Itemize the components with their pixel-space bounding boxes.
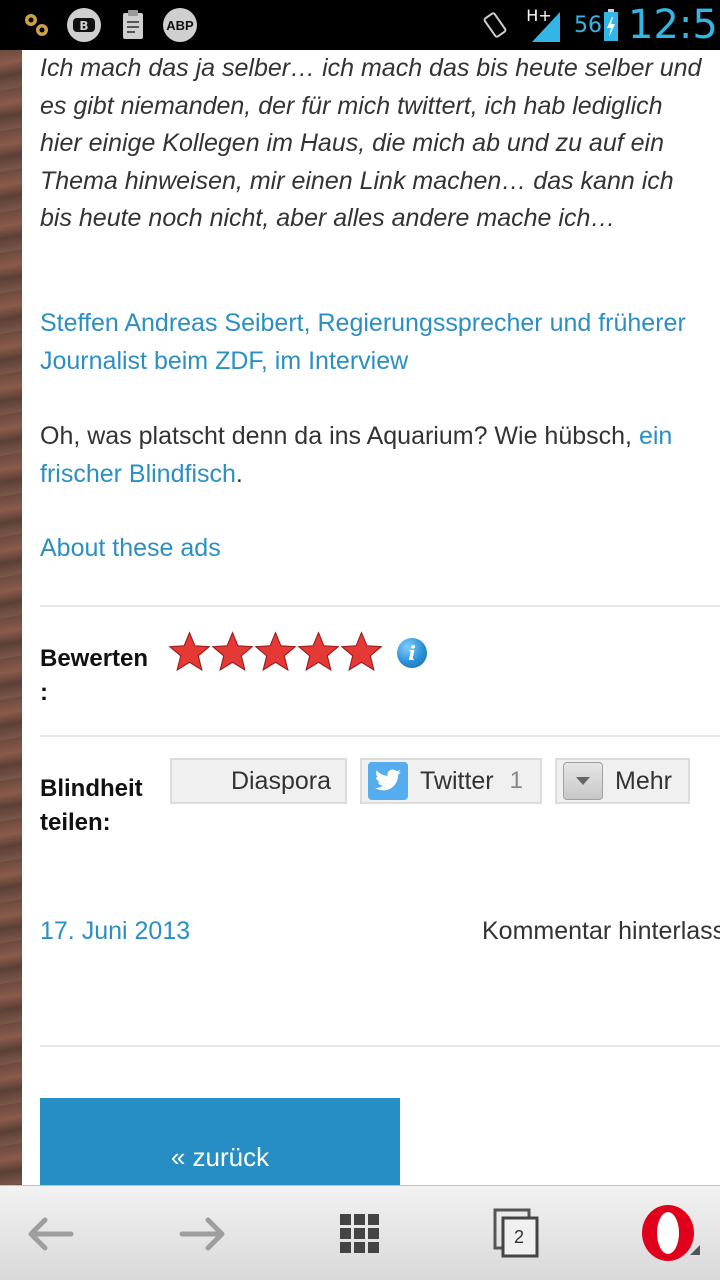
- page-background-strip: [0, 50, 22, 1185]
- paragraph-end: .: [235, 459, 243, 488]
- rating-label: Bewerten :: [40, 645, 149, 706]
- star-icon[interactable]: [211, 630, 254, 673]
- bbm-icon: B: [67, 8, 101, 42]
- back-arrow-icon[interactable]: [18, 1186, 80, 1280]
- twitter-share-button[interactable]: Twitter 1: [360, 758, 542, 804]
- forward-arrow-icon[interactable]: [173, 1186, 235, 1280]
- opera-menu-icon[interactable]: [636, 1186, 706, 1280]
- twitter-bird-icon: [368, 762, 408, 800]
- adblock-icon: ABP: [163, 8, 197, 42]
- back-button[interactable]: « zurück: [40, 1098, 400, 1185]
- adblock-label: ABP: [166, 17, 194, 33]
- twitter-count: 1: [509, 767, 523, 794]
- article-content: Ich mach das ja selber… ich mach das bis…: [40, 50, 720, 1185]
- article-paragraph: Oh, was platscht denn da ins Aquarium? W…: [40, 418, 710, 493]
- status-bar: B ABP H+ 56 12:58: [0, 0, 720, 50]
- speed-dial-icon[interactable]: [335, 1186, 385, 1280]
- leave-comment-link[interactable]: Kommentar hinterlassen: [482, 913, 720, 949]
- info-icon[interactable]: i: [397, 638, 427, 668]
- about-ads-link[interactable]: About these ads: [40, 530, 221, 568]
- star-rating[interactable]: [168, 630, 383, 673]
- diaspora-share-button[interactable]: Diaspora: [170, 758, 347, 804]
- star-icon[interactable]: [254, 630, 297, 673]
- twitter-label: Twitter: [420, 766, 494, 795]
- vibrate-icon: [478, 8, 512, 42]
- star-icon[interactable]: [297, 630, 340, 673]
- share-label: Blindheit teilen:: [40, 775, 143, 836]
- browser-toolbar: 2: [0, 1185, 720, 1280]
- diaspora-label: Diaspora: [230, 766, 331, 795]
- divider: [40, 735, 720, 737]
- tabs-icon[interactable]: 2: [490, 1186, 542, 1280]
- article-quote: Ich mach das ja selber… ich mach das bis…: [40, 54, 702, 233]
- star-icon[interactable]: [168, 630, 211, 673]
- network-type: H+: [526, 5, 552, 25]
- battery-level: 56: [574, 12, 602, 38]
- more-label: Mehr: [615, 766, 672, 795]
- svg-text:B: B: [79, 19, 88, 33]
- star-icon[interactable]: [340, 630, 383, 673]
- chevron-down-icon: [563, 762, 603, 800]
- tabs-count: 2: [513, 1227, 524, 1247]
- notification-icon: [18, 8, 56, 42]
- more-share-button[interactable]: Mehr: [555, 758, 690, 804]
- post-date-link[interactable]: 17. Juni 2013: [40, 913, 190, 949]
- battery-icon: [603, 8, 619, 42]
- clock: 12:58: [628, 2, 720, 48]
- paragraph-text: Oh, was platscht denn da ins Aquarium? W…: [40, 422, 639, 450]
- divider: [40, 1045, 720, 1047]
- divider: [40, 605, 720, 607]
- clipboard-icon: [118, 8, 148, 42]
- attribution-link[interactable]: Steffen Andreas Seibert, Regierungssprec…: [40, 305, 710, 380]
